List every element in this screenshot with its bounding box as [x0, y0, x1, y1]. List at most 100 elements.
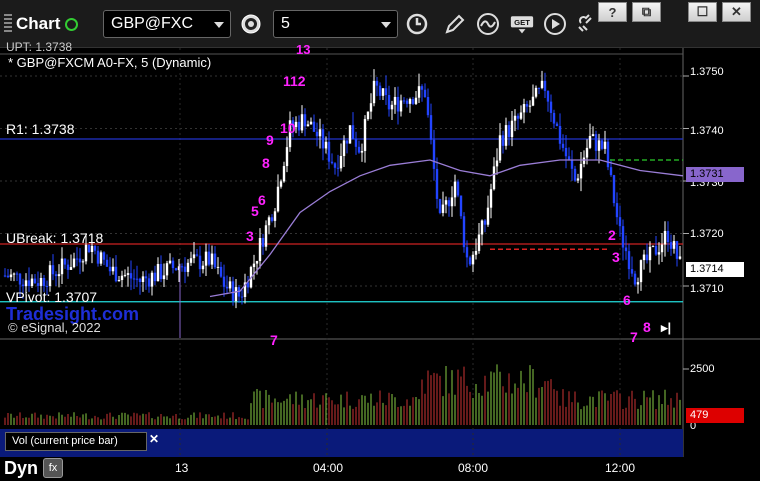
studies-button[interactable]: [473, 10, 503, 38]
time-axis-label: 08:00: [458, 461, 489, 475]
sequential-count-label: 3: [612, 249, 620, 265]
restore-button[interactable]: ⧉: [632, 2, 661, 22]
candle-body: [36, 283, 40, 286]
price-axis-label: 1.3720: [690, 228, 724, 240]
interval-input[interactable]: 5: [273, 10, 398, 38]
r1-level-label: R1: 1.3738: [6, 121, 75, 137]
connection-status-icon: [65, 17, 79, 31]
candle-body: [426, 97, 430, 116]
price-axis-label: 1.3710: [690, 283, 724, 295]
candle-body: [507, 125, 511, 138]
candle-body: [462, 216, 466, 248]
time-template-button[interactable]: [402, 10, 432, 38]
candle-body: [90, 245, 94, 253]
candle-body: [225, 286, 229, 289]
candle-body: [114, 266, 118, 282]
candle-body: [489, 189, 493, 208]
candle-body: [93, 245, 97, 251]
candle-body: [309, 121, 313, 125]
candle-body: [600, 140, 604, 149]
volume-study-label-text: Vol (current price bar): [12, 435, 118, 447]
candle-body: [102, 252, 106, 260]
candle-body: [306, 124, 310, 127]
candle-body: [393, 96, 397, 105]
price-chart[interactable]: 1121098653 236877: [0, 48, 760, 457]
candle-body: [441, 204, 445, 213]
candle-body: [174, 268, 178, 271]
candle-body: [531, 96, 535, 106]
candle-body: [222, 276, 226, 287]
candle-body: [615, 203, 619, 218]
interval-dropdown-icon[interactable]: [381, 22, 391, 28]
candle-body: [453, 181, 457, 198]
draw-pencil-icon: [445, 14, 465, 34]
sequential-count-label: 2: [608, 227, 616, 243]
candle-body: [327, 141, 331, 162]
scroll-to-end-icon[interactable]: ▸|: [661, 320, 683, 336]
candle-body: [636, 282, 640, 285]
candle-body: [198, 255, 202, 270]
symbol-description: * GBP@FXCM A0-FX, 5 (Dynamic): [8, 55, 212, 70]
play-icon: [544, 13, 566, 35]
dynamic-label[interactable]: Dyn: [4, 458, 38, 479]
get-data-button[interactable]: GET: [506, 10, 538, 38]
candle-body: [513, 115, 517, 121]
sequential-count-label: 7: [270, 332, 278, 348]
clock-icon: [406, 13, 428, 35]
sequential-count-label: 8: [262, 155, 270, 171]
candle-body: [390, 104, 394, 110]
candle-body: [6, 275, 10, 278]
settings-button[interactable]: [236, 10, 266, 38]
price-axis-label: 1.3740: [690, 125, 724, 137]
candle-body: [588, 135, 592, 148]
candle-body: [120, 275, 124, 280]
sequential-count-label: 5: [251, 203, 259, 219]
candle-body: [510, 120, 514, 138]
candle-body: [348, 125, 352, 144]
link-button[interactable]: [570, 10, 600, 38]
candle-body: [501, 135, 505, 146]
candle-body: [606, 141, 610, 168]
candle-body: [321, 129, 325, 149]
candle-body: [276, 186, 280, 212]
candle-body: [261, 237, 265, 247]
candle-body: [618, 217, 622, 227]
candle-body: [579, 163, 583, 179]
candle-body: [21, 284, 25, 287]
candle-body: [516, 115, 520, 119]
candle-body: [312, 121, 316, 132]
candle-body: [432, 139, 436, 169]
draw-tool-button[interactable]: [440, 10, 470, 38]
play-button[interactable]: [540, 10, 570, 38]
candle-body: [522, 104, 526, 113]
sequential-count-label: 7: [630, 329, 638, 345]
candle-body: [372, 80, 376, 104]
symbol-input[interactable]: GBP@FXC: [103, 10, 231, 38]
help-button[interactable]: ?: [598, 2, 627, 22]
candle-body: [558, 125, 562, 144]
candle-body: [33, 278, 37, 284]
volume-tag: 479: [686, 408, 744, 423]
symbol-dropdown-icon[interactable]: [214, 22, 224, 28]
close-study-icon[interactable]: ✕: [149, 432, 159, 446]
maximize-button[interactable]: ☐: [688, 2, 717, 22]
candle-body: [111, 266, 115, 272]
candle-body: [429, 115, 433, 140]
volume-study-label[interactable]: Vol (current price bar) ✕: [5, 432, 159, 451]
candle-body: [612, 175, 616, 204]
candle-body: [678, 256, 682, 259]
volume-axis-label: 2500: [690, 363, 715, 375]
candle-body: [330, 161, 334, 164]
study-wave-icon: [477, 13, 499, 35]
candle-body: [660, 244, 664, 253]
candle-body: [492, 166, 496, 190]
candle-body: [561, 143, 565, 148]
fx-icon[interactable]: fx: [43, 458, 63, 478]
candle-body: [60, 258, 64, 275]
close-button[interactable]: ✕: [722, 2, 751, 22]
candle-body: [72, 258, 76, 268]
drag-grip-icon[interactable]: [4, 14, 12, 34]
candle-body: [363, 119, 367, 151]
candle-body: [96, 250, 100, 264]
get-data-icon: GET: [510, 16, 534, 34]
